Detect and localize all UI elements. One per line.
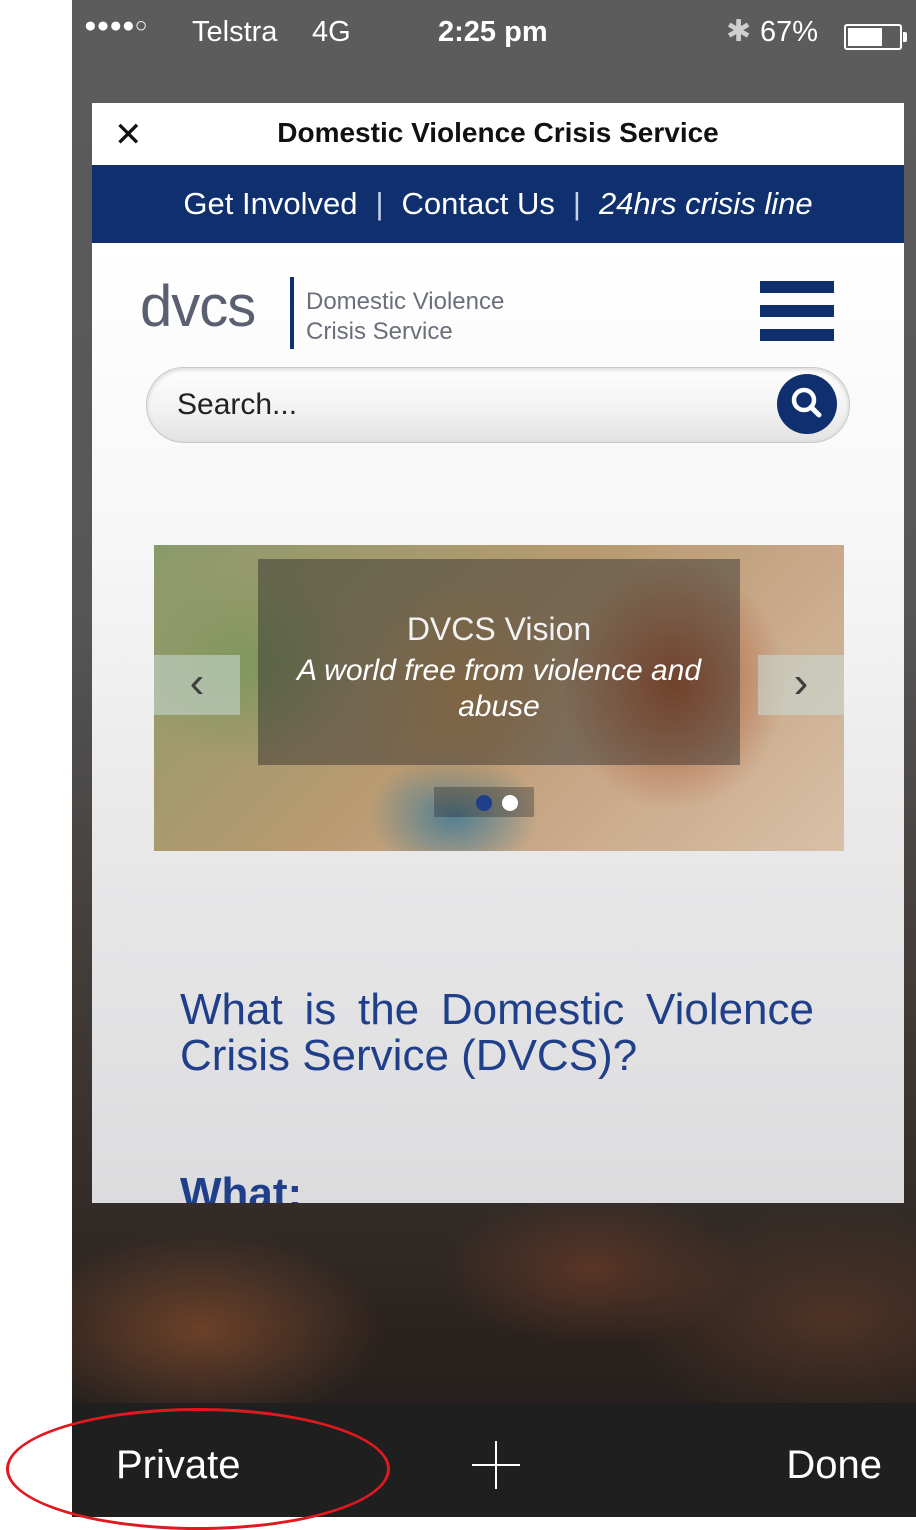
logo-text: Domestic Violence Crisis Service xyxy=(306,287,504,347)
phone-screen: ●●●●○ Telstra 4G 2:25 pm ✱ 67% ✕ Domesti… xyxy=(72,0,916,1517)
battery-fill xyxy=(848,28,882,46)
nav-separator: | xyxy=(572,186,581,221)
site-body: dvcs Domestic Violence Crisis Service Se… xyxy=(92,243,904,1203)
battery-icon xyxy=(844,24,907,50)
plus-icon[interactable] xyxy=(468,1437,524,1493)
contact-us-link[interactable]: Contact Us xyxy=(402,186,555,222)
hamburger-menu-icon[interactable] xyxy=(760,281,834,341)
chevron-left-icon[interactable]: ‹ xyxy=(154,655,240,715)
slide-dot-1[interactable] xyxy=(476,795,492,811)
slide-caption: DVCS Vision A world free from violence a… xyxy=(258,559,740,765)
red-annotation-ellipse xyxy=(6,1408,390,1530)
bluetooth-icon: ✱ xyxy=(726,15,752,48)
slide-heading: DVCS Vision xyxy=(406,611,592,647)
section-subheading: What: xyxy=(180,1169,303,1203)
logo-divider xyxy=(290,277,294,349)
crisis-line-link[interactable]: 24hrs crisis line xyxy=(599,186,813,222)
carrier-name: Telstra xyxy=(192,16,278,48)
slide-text: A world free from violence and abuse xyxy=(296,654,702,723)
tab-title: Domestic Violence Crisis Service xyxy=(277,117,719,148)
tab-card[interactable]: ✕ Domestic Violence Crisis Service Get I… xyxy=(92,103,904,1203)
logo-mark: dvcs xyxy=(140,274,256,339)
battery-nub xyxy=(903,32,907,42)
signal-strength: ●●●●○ xyxy=(84,14,148,37)
search-input[interactable] xyxy=(175,384,739,426)
network-type: 4G xyxy=(312,16,351,48)
battery-percent: 67% xyxy=(760,16,819,48)
logo-text-line2: Crisis Service xyxy=(306,318,453,345)
slide-dots xyxy=(434,787,534,817)
get-involved-link[interactable]: Get Involved xyxy=(183,186,357,222)
clock: 2:25 pm xyxy=(438,16,548,48)
hero-slider[interactable]: ‹ › DVCS Vision A world free from violen… xyxy=(154,545,844,851)
status-bar: ●●●●○ Telstra 4G 2:25 pm ✱ 67% xyxy=(72,0,916,70)
search-icon[interactable] xyxy=(777,374,837,434)
nav-separator: | xyxy=(375,186,384,221)
tab-header: ✕ Domestic Violence Crisis Service xyxy=(92,103,904,165)
logo-text-line1: Domestic Violence xyxy=(306,288,505,315)
chevron-right-icon[interactable]: › xyxy=(758,655,844,715)
search-box xyxy=(146,367,850,443)
site-top-nav: Get Involved | Contact Us | 24hrs crisis… xyxy=(92,165,904,243)
done-button[interactable]: Done xyxy=(786,1443,882,1488)
page-heading: What is the Domestic Violence Crisis Ser… xyxy=(180,985,814,1080)
slide-dot-2[interactable] xyxy=(502,795,518,811)
